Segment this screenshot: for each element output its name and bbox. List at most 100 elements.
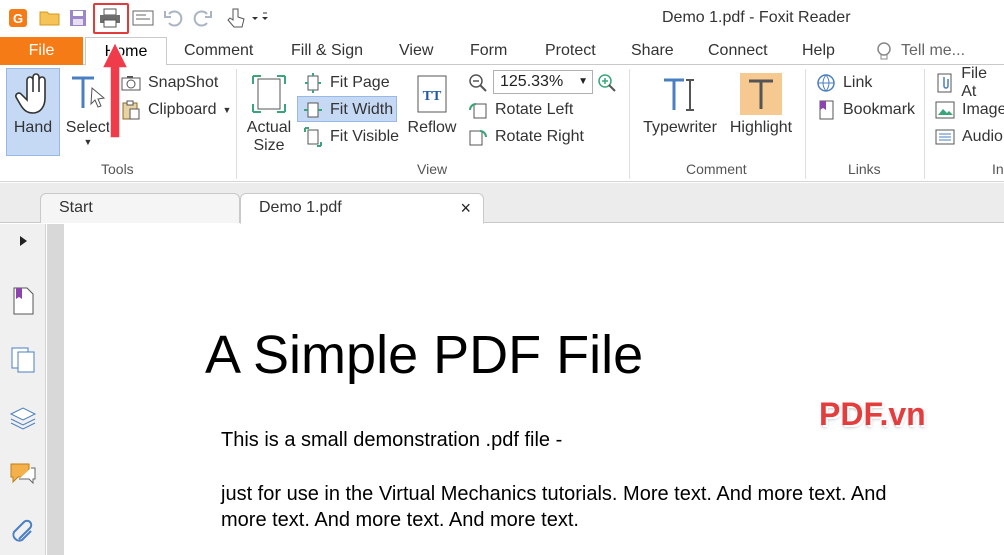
bookmark-label: Bookmark [843, 101, 916, 118]
comment-group-label: Comment [686, 161, 747, 177]
pdf-paragraph-2: just for use in the Virtual Mechanics tu… [221, 483, 887, 531]
display-icon[interactable] [131, 6, 155, 30]
typewriter-label: Typewriter [643, 119, 717, 136]
bookmark-button[interactable]: Bookmark [815, 98, 915, 122]
fit-visible-button[interactable]: Fit Visible [302, 125, 399, 149]
pdf-title: A Simple PDF File [205, 325, 644, 385]
document-tab-bar: Start Demo 1.pdf × [0, 183, 1004, 224]
bookmarks-panel-button[interactable] [8, 286, 38, 316]
tell-me-search[interactable]: Tell me... [875, 37, 965, 65]
doc-tab-start[interactable]: Start [40, 193, 240, 223]
document-margin [47, 224, 64, 555]
print-highlight-box [93, 3, 129, 34]
fit-visible-label: Fit Visible [330, 128, 400, 145]
zoom-out-button[interactable] [467, 71, 495, 95]
window-title: Demo 1.pdf - Foxit Reader [662, 9, 851, 26]
tab-help[interactable]: Help [802, 37, 835, 65]
image-label: Image [962, 101, 1004, 118]
zoom-select[interactable]: 125.33% ▼ [493, 70, 593, 94]
snapshot-label: SnapShot [148, 74, 219, 91]
comment-icon [10, 463, 36, 485]
audio-button[interactable]: Audio [934, 125, 1003, 149]
group-divider [236, 69, 237, 179]
clipboard-button[interactable]: Clipboard ▼ [120, 98, 231, 122]
rotate-right-button[interactable]: Rotate Right [467, 125, 584, 149]
fit-width-button[interactable]: Fit Width [302, 98, 393, 122]
app-icon[interactable]: G [6, 6, 30, 30]
navigation-panel [0, 224, 46, 555]
ribbon-tabs: File Home Comment Fill & Sign View Form … [0, 37, 1004, 66]
undo-icon[interactable] [161, 6, 185, 30]
tab-share[interactable]: Share [631, 37, 674, 65]
actual-size-button[interactable]: Actual Size [244, 69, 294, 155]
tools-group-label: Tools [101, 161, 134, 177]
zoom-out-icon [469, 74, 487, 92]
attachments-panel-button[interactable] [8, 516, 38, 546]
comments-panel-button[interactable] [8, 460, 38, 490]
file-attachment-icon [937, 73, 952, 93]
highlight-label: Highlight [729, 119, 793, 136]
zoom-in-icon [598, 74, 616, 92]
tab-form[interactable]: Form [470, 37, 507, 65]
image-button[interactable]: Image [934, 98, 1004, 122]
layers-icon [9, 407, 37, 430]
zoom-in-button[interactable] [596, 71, 624, 95]
hand-button[interactable]: Hand [6, 69, 60, 137]
reflow-label: Reflow [407, 119, 457, 136]
ribbon: Hand Select ▼ SnapShot Clipboard ▼ Tools… [0, 65, 1004, 182]
bookmark-icon [819, 100, 834, 120]
file-attachment-button[interactable]: File At [934, 65, 1004, 100]
svg-text:TT: TT [423, 89, 442, 104]
chevron-down-icon: ▼ [222, 105, 232, 115]
doc-tab-demo[interactable]: Demo 1.pdf × [240, 193, 484, 224]
link-button[interactable]: Link [815, 71, 872, 95]
tab-fill-sign[interactable]: Fill & Sign [291, 37, 363, 65]
globe-link-icon [817, 74, 835, 92]
rotate-left-button[interactable]: Rotate Left [467, 98, 573, 122]
pdf-paragraph-1: This is a small demonstration .pdf file … [221, 429, 563, 451]
actual-size-icon [252, 75, 286, 113]
doc-tab-demo-label: Demo 1.pdf [259, 199, 342, 216]
file-attachment-label: File At [961, 65, 987, 100]
actual-size-label-2: Size [253, 137, 285, 154]
close-icon[interactable]: × [460, 194, 471, 222]
touch-icon[interactable] [222, 6, 272, 30]
rotate-right-label: Rotate Right [495, 128, 584, 145]
group-divider [805, 69, 806, 179]
clipboard-label: Clipboard [148, 101, 217, 118]
open-icon[interactable] [38, 6, 62, 30]
highlight-button[interactable]: Highlight [726, 69, 796, 137]
actual-size-label-1: Actual [246, 119, 292, 136]
typewriter-button[interactable]: Typewriter [638, 69, 722, 137]
pdf-page: A Simple PDF File This is a small demons… [64, 224, 1004, 555]
expand-panel-button[interactable] [8, 226, 38, 256]
rotate-right-icon [469, 130, 487, 146]
reflow-button[interactable]: TT Reflow [406, 69, 458, 137]
fit-page-button[interactable]: Fit Page [302, 71, 390, 95]
audio-icon [935, 129, 955, 145]
layers-panel-button[interactable] [8, 403, 38, 433]
chevron-down-icon: ▼ [578, 76, 588, 87]
snapshot-button[interactable]: SnapShot [120, 71, 218, 95]
red-arrow-annotation [100, 40, 130, 139]
tab-protect[interactable]: Protect [545, 37, 596, 65]
tab-file[interactable]: File [0, 37, 83, 65]
group-divider [924, 69, 925, 179]
save-icon[interactable] [66, 6, 90, 30]
pages-panel-button[interactable] [8, 345, 38, 375]
audio-label: Audio [962, 128, 1003, 145]
fit-page-label: Fit Page [330, 74, 390, 91]
fit-width-label: Fit Width [330, 101, 394, 118]
tab-comment[interactable]: Comment [184, 37, 253, 65]
tab-view[interactable]: View [399, 37, 433, 65]
pages-icon [11, 347, 35, 373]
triangle-right-icon [20, 236, 27, 246]
hand-icon [15, 73, 46, 114]
tab-connect[interactable]: Connect [708, 37, 768, 65]
reflow-icon: TT [417, 75, 447, 113]
svg-text:G: G [13, 11, 23, 26]
redo-icon[interactable] [191, 6, 215, 30]
doc-tab-start-label: Start [59, 199, 93, 216]
links-group-label: Links [848, 161, 881, 177]
rotate-left-icon [469, 103, 487, 119]
